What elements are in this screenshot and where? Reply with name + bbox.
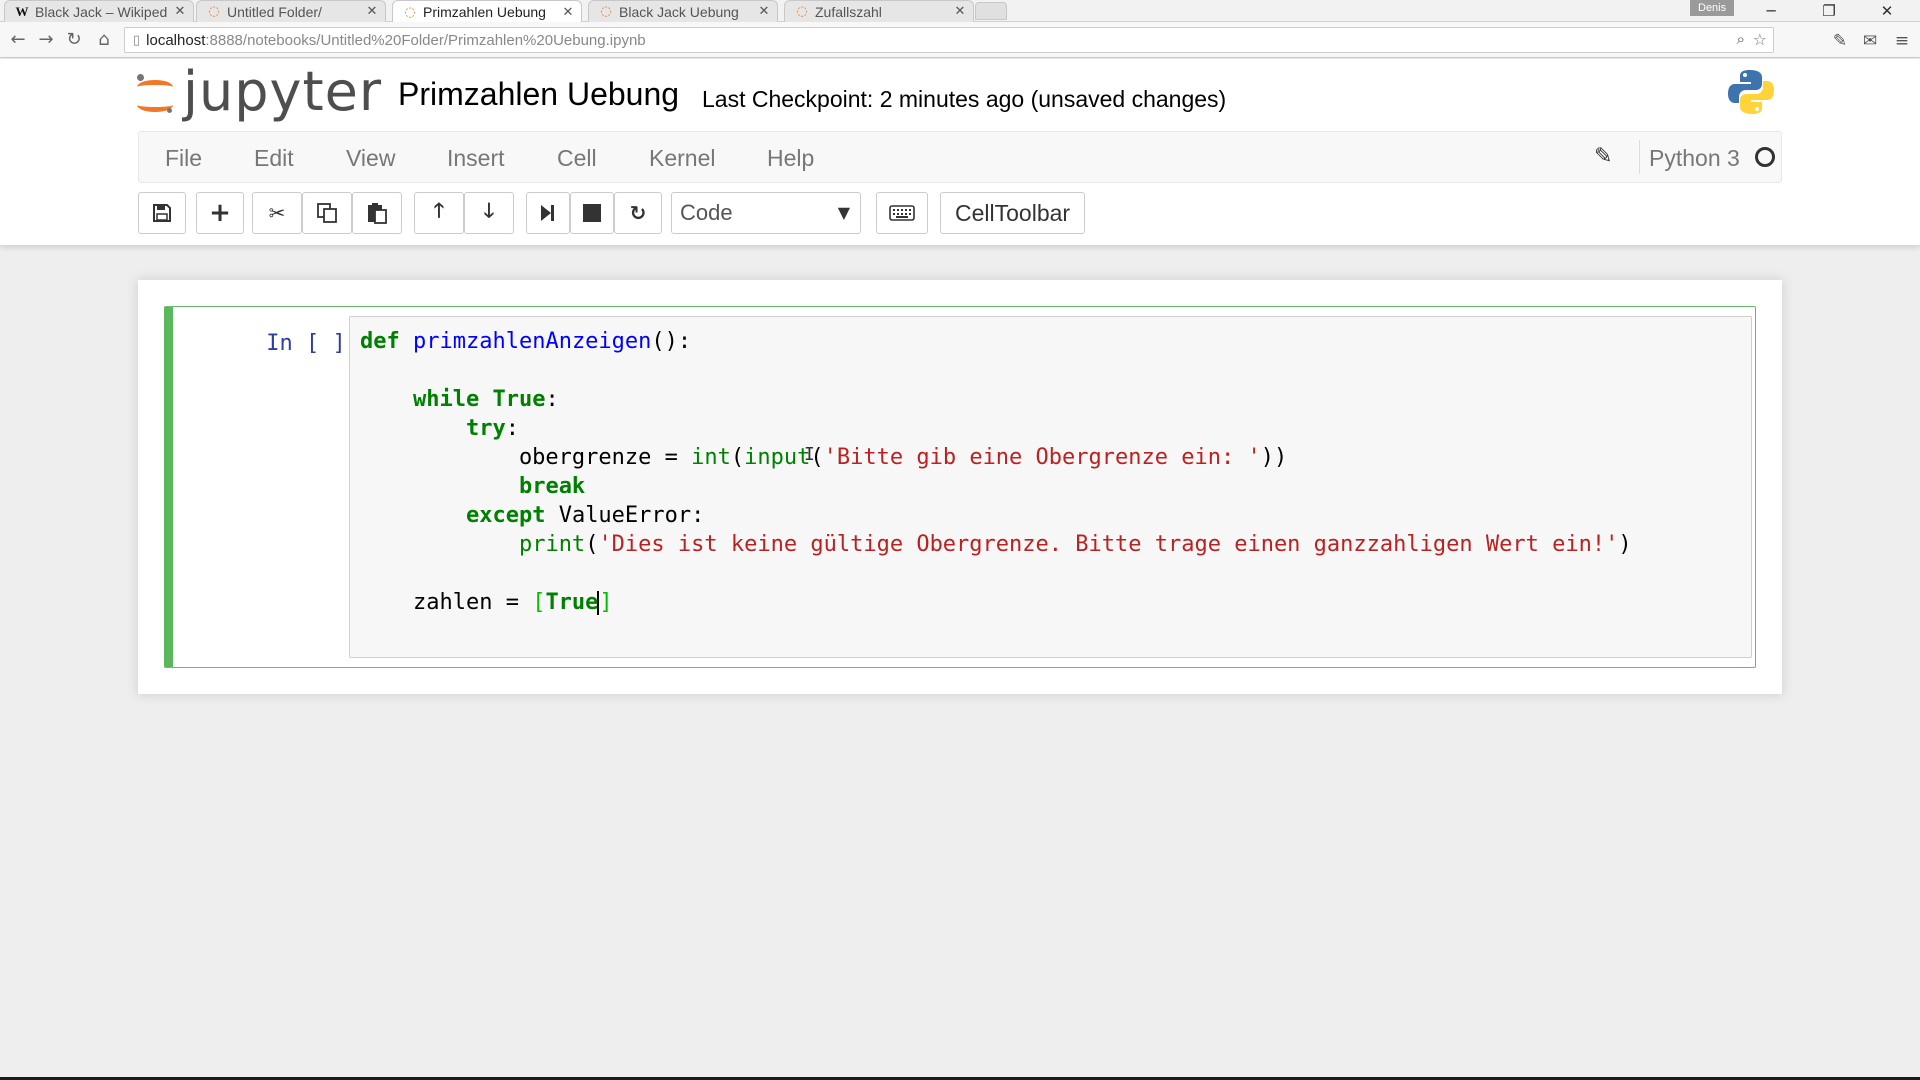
command-palette-button[interactable] <box>876 192 928 234</box>
close-icon[interactable]: ✕ <box>953 4 967 19</box>
arrow-up-icon: 🡑 <box>433 198 445 222</box>
cell-type-select[interactable]: Code ▼ <box>671 192 861 234</box>
paste-icon <box>368 203 387 224</box>
menu-file[interactable]: File <box>165 145 202 172</box>
jupyter-favicon-icon: ◌ <box>796 4 808 19</box>
save-button[interactable] <box>138 192 186 234</box>
insert-cell-button[interactable]: + <box>196 192 244 234</box>
wikipedia-icon: W <box>15 3 29 19</box>
restart-kernel-button[interactable]: ↻ <box>614 192 662 234</box>
browser-menu-icon[interactable]: ≡ <box>1890 30 1914 52</box>
page-icon: ▯ <box>133 32 141 48</box>
new-tab-button[interactable] <box>975 2 1007 20</box>
bookmark-star-icon[interactable]: ☆ <box>1753 30 1767 49</box>
input-prompt: In [ ]: <box>266 331 359 356</box>
menu-edit[interactable]: Edit <box>254 145 294 172</box>
menu-kernel[interactable]: Kernel <box>649 145 715 172</box>
tab-title: Zufallszahl <box>815 3 882 20</box>
refresh-icon: ↻ <box>629 201 647 225</box>
notebook-container: In [ ]: def primzahlenAnzeigen(): while … <box>138 280 1782 694</box>
forward-arrow-icon[interactable]: → <box>34 28 58 52</box>
close-icon[interactable]: ✕ <box>365 4 379 19</box>
url-field[interactable]: ▯ localhost:8888/notebooks/Untitled%20Fo… <box>124 27 1774 53</box>
interrupt-kernel-button[interactable] <box>570 192 614 234</box>
profile-badge[interactable]: Denis <box>1690 0 1735 16</box>
reload-icon[interactable]: ↻ <box>62 28 86 52</box>
menu-bar: File Edit View Insert Cell Kernel Help ✎… <box>138 131 1782 183</box>
logo-text: jupyter <box>183 60 383 123</box>
menu-cell[interactable]: Cell <box>557 145 597 172</box>
code-editor[interactable]: def primzahlenAnzeigen(): while True: tr… <box>349 316 1752 658</box>
browser-tab-zufallszahl[interactable]: ◌ Zufallszahl ✕ <box>784 0 974 22</box>
close-icon[interactable]: ✕ <box>561 5 575 20</box>
zoom-icon[interactable]: ⌕ <box>1737 30 1745 48</box>
step-forward-icon <box>541 205 554 221</box>
minimize-icon[interactable]: ─ <box>1748 0 1794 22</box>
move-cell-down-button[interactable]: 🡓 <box>464 192 514 234</box>
scissors-icon: ✂ <box>268 201 286 225</box>
tab-title: Black Jack Uebung <box>619 3 739 20</box>
cell-type-value: Code <box>680 200 733 225</box>
keyboard-icon <box>889 205 915 221</box>
menu-view[interactable]: View <box>346 145 395 172</box>
checkpoint-status: Last Checkpoint: 2 minutes ago (unsaved … <box>702 86 1227 112</box>
browser-tab-untitled-folder[interactable]: ◌ Untitled Folder/ ✕ <box>196 0 386 22</box>
browser-tab-bar: W Black Jack – Wikiped ✕ ◌ Untitled Fold… <box>0 0 1920 23</box>
run-cell-button[interactable] <box>526 192 570 234</box>
caret-down-icon: ▼ <box>837 203 850 222</box>
home-icon[interactable]: ⌂ <box>92 28 116 52</box>
code-content: def primzahlenAnzeigen(): while True: tr… <box>360 329 1632 615</box>
back-arrow-icon[interactable]: ← <box>6 28 30 52</box>
edit-mode-pencil-icon: ✎ <box>1594 144 1613 169</box>
close-icon[interactable]: ✕ <box>173 4 187 19</box>
extension-icon[interactable]: ✎ <box>1828 30 1852 52</box>
notebook-title[interactable]: Primzahlen Uebung <box>398 76 679 113</box>
jupyter-logo-icon <box>135 72 175 118</box>
url-path: :8888/notebooks/Untitled%20Folder/Primza… <box>205 31 646 49</box>
paste-button[interactable] <box>352 192 402 234</box>
jupyter-favicon-icon: ◌ <box>208 4 220 19</box>
celltoolbar-button[interactable]: CellToolbar <box>940 192 1086 234</box>
kernel-idle-indicator-icon <box>1755 147 1775 167</box>
menu-insert[interactable]: Insert <box>447 145 505 172</box>
arrow-down-icon: 🡓 <box>483 198 495 222</box>
close-icon[interactable]: ✕ <box>757 4 771 19</box>
save-icon <box>153 204 171 222</box>
jupyter-favicon-icon: ◌ <box>600 4 612 19</box>
divider <box>1639 140 1640 174</box>
move-cell-up-button[interactable]: 🡑 <box>414 192 464 234</box>
plus-icon: + <box>209 198 231 228</box>
browser-tab-wikipedia[interactable]: W Black Jack – Wikiped ✕ <box>4 0 194 22</box>
mail-extension-icon[interactable]: ✉ <box>1858 30 1882 52</box>
close-window-icon[interactable]: ✕ <box>1864 0 1910 22</box>
menu-help[interactable]: Help <box>767 145 814 172</box>
code-cell[interactable]: In [ ]: def primzahlenAnzeigen(): while … <box>164 306 1756 668</box>
copy-icon <box>317 203 337 223</box>
stop-icon <box>583 204 601 222</box>
browser-address-bar: ← → ↻ ⌂ ▯ localhost:8888/notebooks/Untit… <box>0 22 1920 58</box>
tab-title: Black Jack – Wikiped <box>35 3 168 20</box>
jupyter-header: jupyter Primzahlen Uebung Last Checkpoin… <box>0 59 1920 245</box>
copy-button[interactable] <box>302 192 352 234</box>
url-host: localhost <box>146 31 206 49</box>
browser-tab-primzahlen-uebung[interactable]: ◌ Primzahlen Uebung ✕ <box>392 0 582 23</box>
python-logo-icon <box>1728 70 1774 114</box>
mouse-ibeam-cursor-icon: I <box>804 444 815 465</box>
tab-title: Untitled Folder/ <box>227 3 322 20</box>
kernel-name[interactable]: Python 3 <box>1649 145 1740 172</box>
browser-tab-black-jack-uebung[interactable]: ◌ Black Jack Uebung ✕ <box>588 0 778 22</box>
jupyter-logo[interactable]: jupyter <box>135 60 383 125</box>
tab-title: Primzahlen Uebung <box>423 4 546 20</box>
jupyter-favicon-icon: ◌ <box>404 4 416 20</box>
cut-button[interactable]: ✂ <box>252 192 302 234</box>
restore-icon[interactable]: ❐ <box>1806 0 1852 22</box>
